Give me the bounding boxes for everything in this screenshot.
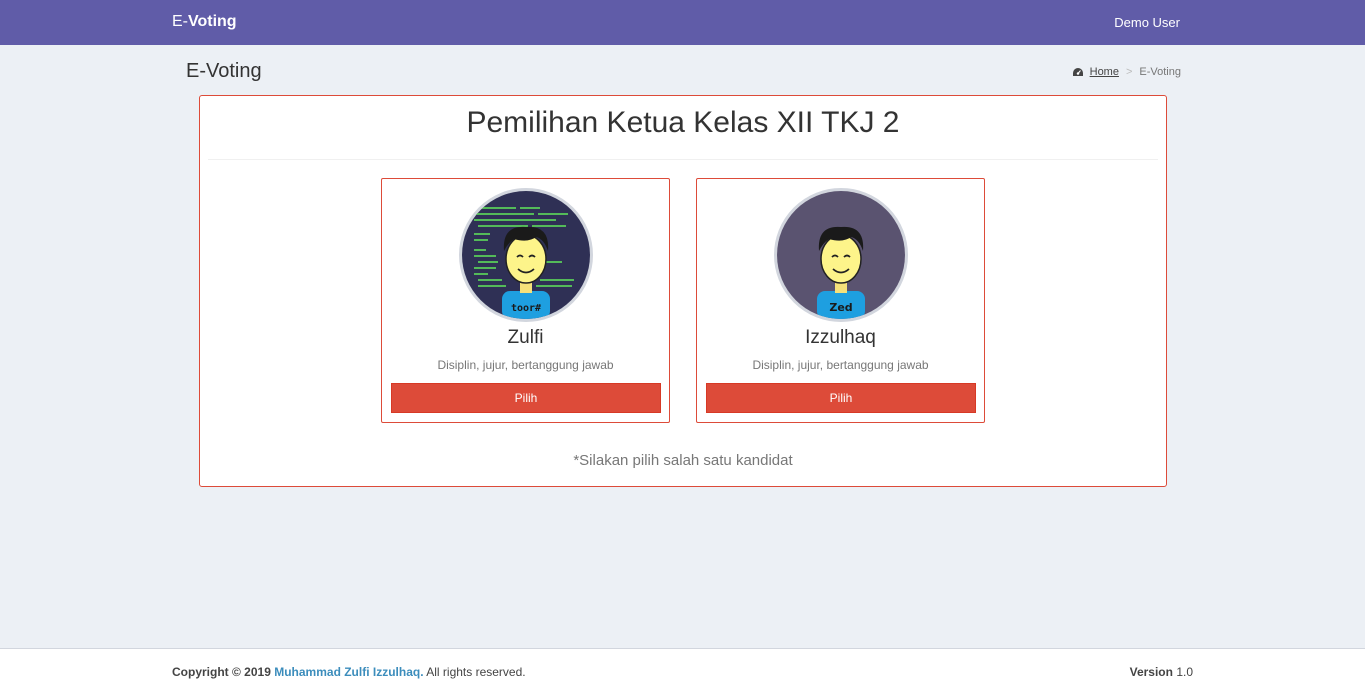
candidate-motto: Disiplin, jujur, bertanggung jawab [752, 358, 929, 372]
brand-logo[interactable]: E-Voting [172, 13, 237, 31]
coder-avatar-icon: toor# [462, 191, 590, 319]
election-title: Pemilihan Ketua Kelas XII TKJ 2 [466, 106, 900, 139]
candidate-avatar: Zed [774, 188, 908, 322]
top-navbar: E-Voting Demo User [0, 0, 1365, 45]
breadcrumb-current: E-Voting [1139, 66, 1181, 78]
instruction-note: *Silakan pilih salah satu kandidat [573, 452, 793, 469]
content-header: E-Voting Home > E-Voting [186, 58, 1181, 86]
svg-text:Zed: Zed [829, 301, 852, 314]
election-box: Pemilihan Ketua Kelas XII TKJ 2 toor# Zu… [199, 95, 1167, 487]
candidate-motto: Disiplin, jujur, bertanggung jawab [437, 358, 614, 372]
candidate-avatar: toor# [459, 188, 593, 322]
breadcrumb-separator: > [1125, 66, 1133, 78]
breadcrumb: Home > E-Voting [1072, 66, 1181, 78]
candidate-card-zulfi: toor# Zulfi Disiplin, jujur, bertanggung… [381, 178, 670, 423]
candidate-card-izzulhaq: Zed Izzulhaq Disiplin, jujur, bertanggun… [696, 178, 985, 423]
page-title: E-Voting [186, 60, 262, 82]
vote-button-izzulhaq[interactable]: Pilih [706, 383, 976, 413]
version-info: Version 1.0 [1129, 665, 1193, 679]
candidate-name: Zulfi [507, 327, 544, 348]
copyright: Copyright © 2019 Muhammad Zulfi Izzulhaq… [172, 665, 526, 679]
candidate-name: Izzulhaq [805, 327, 876, 348]
footer: Copyright © 2019 Muhammad Zulfi Izzulhaq… [0, 648, 1365, 693]
vote-button-zulfi[interactable]: Pilih [391, 383, 661, 413]
divider [208, 159, 1158, 160]
author-link[interactable]: Muhammad Zulfi Izzulhaq. [274, 665, 423, 679]
user-menu[interactable]: Demo User [1114, 15, 1180, 30]
breadcrumb-home-link[interactable]: Home [1072, 66, 1119, 78]
svg-text:toor#: toor# [511, 303, 541, 314]
dashboard-icon [1072, 68, 1083, 76]
person-avatar-icon: Zed [777, 191, 905, 319]
